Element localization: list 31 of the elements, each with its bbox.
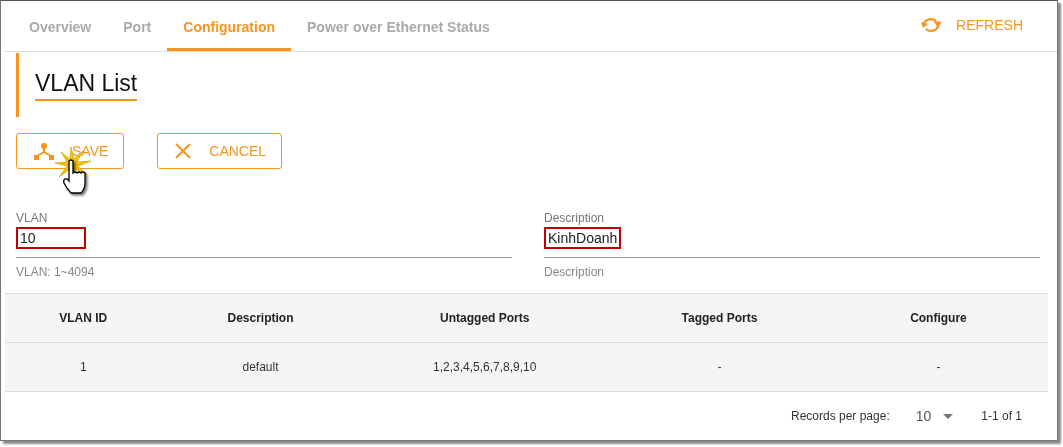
table-cell: 1,2,3,4,5,6,7,8,9,10 <box>359 342 610 392</box>
page-title: VLAN List <box>35 70 138 101</box>
refresh-icon <box>920 16 943 34</box>
input-field[interactable]: KinhDoanh <box>544 227 622 249</box>
pagination-range: 1-1 of 1 <box>981 409 1022 423</box>
column-header: Description <box>161 294 360 343</box>
table-cell: default <box>161 342 360 392</box>
table-cell: 1 <box>5 342 162 392</box>
records-per-page-label: Records per page: <box>791 409 890 423</box>
tab[interactable]: Overview <box>13 1 108 51</box>
refresh-button[interactable]: REFRESH <box>920 1 1057 51</box>
dropdown-caret-icon <box>943 413 954 419</box>
tab[interactable]: Configuration <box>167 1 292 51</box>
column-header: Tagged Ports <box>609 294 829 343</box>
field-label: Description <box>544 211 606 225</box>
table-cell: - <box>609 342 829 392</box>
field-hint: Description <box>544 265 606 279</box>
close-icon <box>175 143 192 159</box>
network-icon <box>34 142 54 160</box>
column-header: Untagged Ports <box>359 294 610 343</box>
field-hint: VLAN: 1~4094 <box>16 265 96 279</box>
cancel-button[interactable]: CANCEL <box>157 133 283 169</box>
records-per-page-select[interactable]: 10 <box>909 407 960 425</box>
table-cell: - <box>828 342 1048 392</box>
input-field[interactable]: 10 <box>16 227 86 249</box>
column-header: Configure <box>828 294 1048 343</box>
save-button[interactable]: SAVE <box>16 133 125 169</box>
column-header: VLAN ID <box>5 294 162 343</box>
tab[interactable]: Port <box>107 1 168 51</box>
tab[interactable]: Power over Ethernet Status <box>291 1 506 51</box>
field-label: VLAN <box>16 211 49 225</box>
